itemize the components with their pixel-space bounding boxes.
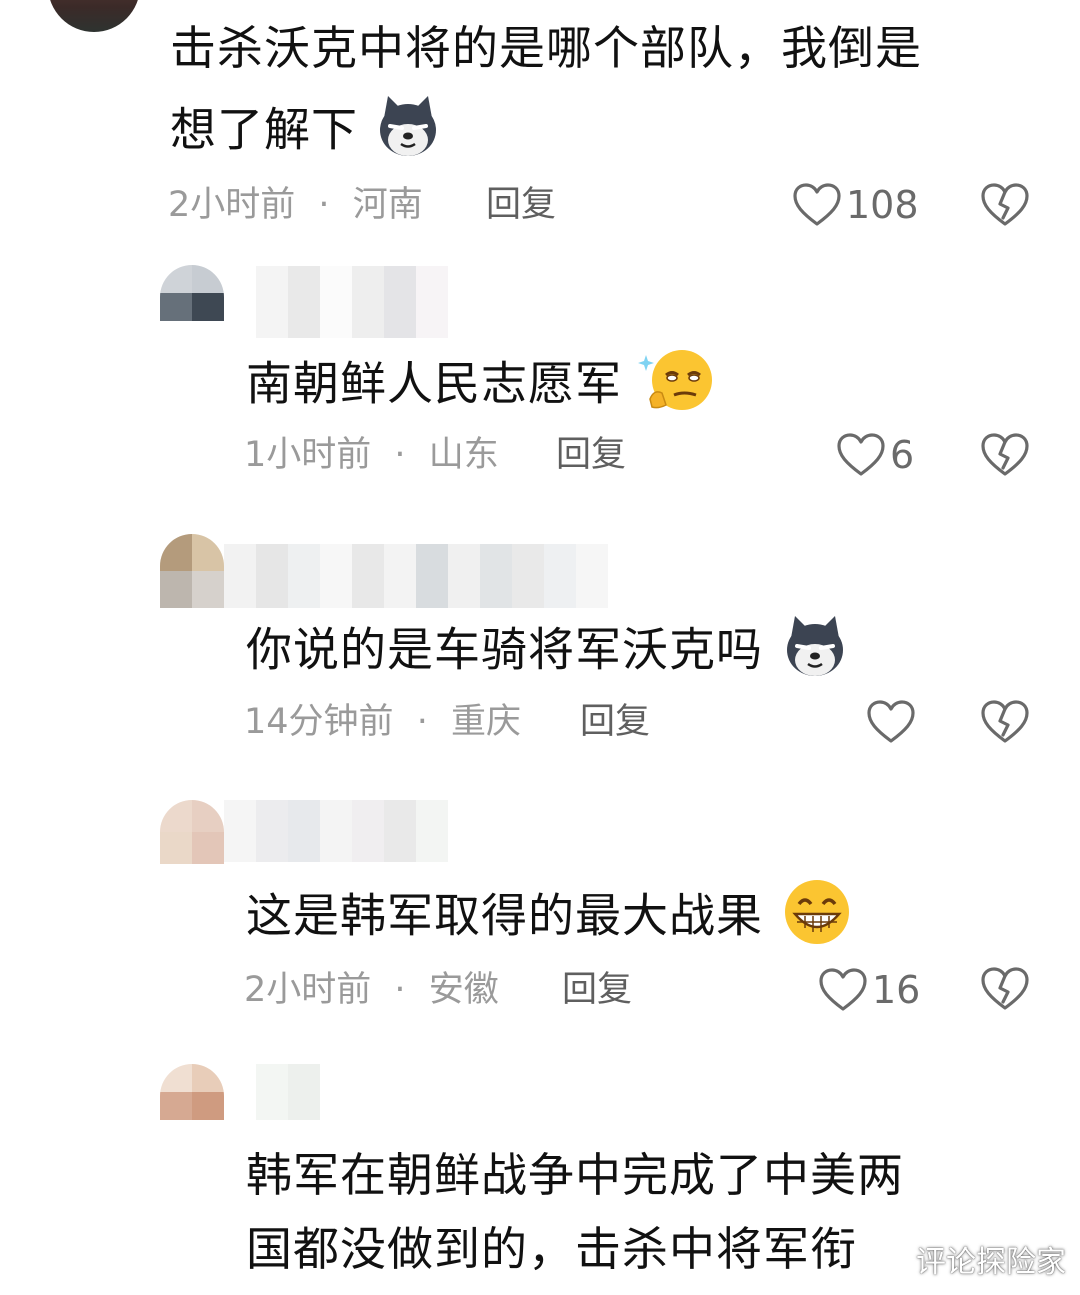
broken-heart-icon xyxy=(981,700,1029,743)
heart-icon xyxy=(793,183,841,226)
comment-meta: 2小时前 · 河南 xyxy=(168,185,423,225)
comment-text: 这是韩军取得的最大战果 xyxy=(246,878,855,960)
heart-icon xyxy=(867,700,915,743)
comment-text: 想了解下 xyxy=(170,92,442,174)
comment-location: 河南 xyxy=(352,185,423,225)
comment-location: 重庆 xyxy=(450,702,521,742)
comment-text: 击杀沃克中将的是哪个部队，我倒是 xyxy=(170,21,922,75)
meta-separator: · xyxy=(394,435,406,475)
meta-separator: · xyxy=(318,185,330,225)
comment-meta: 1小时前 · 山东 xyxy=(244,435,499,475)
comment-meta: 14分钟前 · 重庆 xyxy=(244,702,521,742)
broken-heart-icon xyxy=(981,433,1029,476)
reply-button[interactable]: 回复 xyxy=(580,702,650,742)
like-count: 6 xyxy=(890,433,915,477)
avatar[interactable] xyxy=(160,534,224,608)
comment-text: 南朝鲜人民志愿军 xyxy=(246,345,718,429)
reply-button[interactable]: 回复 xyxy=(562,970,632,1010)
dislike-button[interactable] xyxy=(980,182,1029,230)
like-count: 16 xyxy=(872,968,921,1012)
comment-time: 14分钟前 xyxy=(244,702,394,742)
comment-location: 山东 xyxy=(428,435,499,475)
broken-heart-icon xyxy=(981,967,1029,1010)
heart-icon xyxy=(819,968,867,1011)
broken-heart-icon xyxy=(981,183,1029,226)
username-blurred[interactable] xyxy=(256,1064,320,1120)
dislike-button[interactable] xyxy=(980,699,1029,747)
meta-separator: · xyxy=(416,702,428,742)
username-blurred[interactable] xyxy=(224,800,448,862)
avatar[interactable] xyxy=(160,265,224,321)
comment-meta: 2小时前 · 安徽 xyxy=(244,970,499,1010)
username-blurred[interactable] xyxy=(256,266,448,338)
heart-icon xyxy=(837,433,885,476)
like-button[interactable] xyxy=(866,698,920,746)
dislike-button[interactable] xyxy=(980,966,1029,1014)
comment-time: 2小时前 xyxy=(244,970,372,1010)
like-count: 108 xyxy=(846,183,919,227)
comment-text: 国都没做到的，击杀中将军衔 xyxy=(246,1222,857,1276)
watermark: 评论探险家 xyxy=(916,1245,1066,1280)
comment-time: 1小时前 xyxy=(244,435,372,475)
dog-emoji xyxy=(374,92,442,174)
meta-separator: · xyxy=(394,970,406,1010)
comment-time: 2小时前 xyxy=(168,185,296,225)
reply-button[interactable]: 回复 xyxy=(556,435,626,475)
comment-location: 安徽 xyxy=(428,970,499,1010)
dog-emoji xyxy=(779,612,851,694)
dislike-button[interactable] xyxy=(980,432,1029,480)
avatar[interactable] xyxy=(160,1064,224,1120)
like-button[interactable]: 16 xyxy=(818,966,920,1014)
like-button[interactable]: 6 xyxy=(836,431,914,479)
username-blurred[interactable] xyxy=(224,544,608,608)
comment-text: 韩军在朝鲜战争中完成了中美两 xyxy=(246,1148,904,1202)
grin-emoji xyxy=(779,878,855,960)
like-button[interactable]: 108 xyxy=(792,181,919,229)
avatar[interactable] xyxy=(48,0,140,32)
reply-button[interactable]: 回复 xyxy=(486,185,556,225)
comment-text: 你说的是车骑将军沃克吗 xyxy=(246,612,851,694)
thinking-smirk-emoji xyxy=(637,345,718,429)
avatar[interactable] xyxy=(160,800,224,864)
